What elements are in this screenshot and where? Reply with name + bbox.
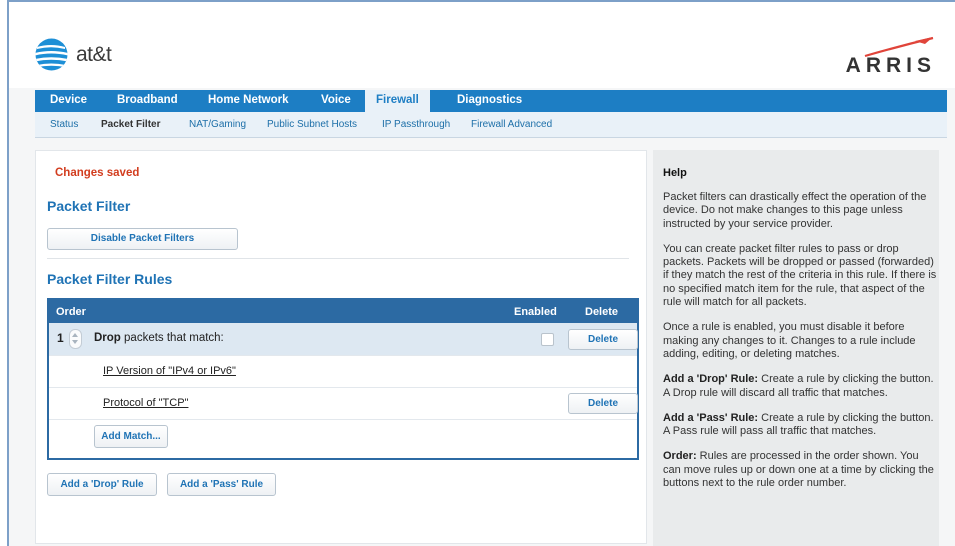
help-order-label: Order: — [663, 450, 697, 463]
match-row: IP Version of "IPv4 or IPv6" — [49, 356, 637, 388]
scrollbar-track[interactable] — [939, 150, 955, 546]
nav-tab-device[interactable]: Device — [40, 90, 97, 112]
move-up-icon[interactable] — [72, 333, 78, 337]
help-pass-label: Add a 'Pass' Rule: — [663, 411, 759, 424]
nav-tab-diagnostics[interactable]: Diagnostics — [447, 90, 532, 112]
rule-order-number: 1 — [57, 331, 64, 345]
subtab-public-subnet-hosts[interactable]: Public Subnet Hosts — [267, 112, 357, 137]
status-message: Changes saved — [55, 167, 140, 179]
rule-enabled-checkbox[interactable] — [541, 333, 554, 346]
section-divider — [47, 258, 629, 259]
reorder-spinner[interactable] — [69, 329, 82, 349]
packet-filter-rules-title: Packet Filter Rules — [47, 271, 173, 287]
match-link-protocol[interactable]: Protocol of "TCP" — [103, 397, 188, 409]
sub-nav: Status Packet Filter NAT/Gaming Public S… — [35, 112, 947, 138]
page: at&t ARRIS Device Broadband Home Network… — [9, 2, 955, 546]
att-logo-text: at&t — [76, 43, 112, 66]
match-link-ip-version[interactable]: IP Version of "IPv4 or IPv6" — [103, 365, 236, 377]
help-body: Packet filters can drastically effect th… — [663, 191, 937, 502]
add-match-button[interactable]: Add Match... — [94, 425, 168, 448]
rule-row: 1 Drop packets that match: Delete — [49, 323, 638, 356]
packet-filter-title: Packet Filter — [47, 198, 131, 214]
col-order: Order — [56, 306, 86, 318]
nav-tab-voice[interactable]: Voice — [311, 90, 361, 112]
nav-tab-broadband[interactable]: Broadband — [107, 90, 188, 112]
subtab-firewall-advanced[interactable]: Firewall Advanced — [471, 112, 552, 137]
nav-tab-firewall[interactable]: Firewall — [365, 90, 430, 112]
help-paragraph: You can create packet filter rules to pa… — [663, 242, 937, 309]
subtab-ip-passthrough[interactable]: IP Passthrough — [382, 112, 450, 137]
help-drop-label: Add a 'Drop' Rule: — [663, 373, 759, 386]
help-paragraph-order: Order: Rules are processed in the order … — [663, 450, 937, 490]
help-title: Help — [663, 167, 687, 179]
help-paragraph: Packet filters can drastically effect th… — [663, 191, 927, 230]
rule-description: Drop packets that match: — [94, 332, 224, 344]
rule-desc-text: packets that match: — [120, 332, 224, 344]
col-delete: Delete — [585, 306, 619, 318]
arris-logo-text: ARRIS — [845, 54, 936, 77]
att-globe-icon — [35, 38, 68, 71]
help-paragraph-drop: Add a 'Drop' Rule: Create a rule by clic… — [663, 373, 937, 400]
help-paragraph-pass: Add a 'Pass' Rule: Create a rule by clic… — [663, 412, 937, 439]
delete-match-button[interactable]: Delete — [568, 393, 638, 414]
match-row: Protocol of "TCP" Delete — [49, 388, 638, 420]
nav-tab-home-network[interactable]: Home Network — [198, 90, 299, 112]
help-paragraph: Once a rule is enabled, you must disable… — [663, 321, 916, 360]
add-drop-rule-button[interactable]: Add a 'Drop' Rule — [47, 473, 157, 496]
add-match-row: Add Match... — [49, 420, 637, 456]
help-panel: Help Packet filters can drastically effe… — [653, 150, 939, 546]
table-header: Order Enabled Delete — [49, 300, 637, 323]
subtab-packet-filter[interactable]: Packet Filter — [101, 112, 160, 137]
disable-packet-filters-button[interactable]: Disable Packet Filters — [47, 228, 238, 250]
delete-rule-button[interactable]: Delete — [568, 329, 638, 350]
col-enabled: Enabled — [514, 306, 557, 318]
header: at&t ARRIS — [9, 2, 955, 88]
rule-action: Drop — [94, 332, 121, 344]
move-down-icon[interactable] — [72, 340, 78, 344]
add-pass-rule-button[interactable]: Add a 'Pass' Rule — [167, 473, 276, 496]
main-panel: Changes saved Packet Filter Disable Pack… — [35, 150, 647, 544]
help-order-text: Rules are processed in the order shown. … — [663, 450, 934, 490]
subtab-status[interactable]: Status — [50, 112, 78, 137]
main-nav: Device Broadband Home Network Voice Fire… — [35, 90, 947, 112]
subtab-nat-gaming[interactable]: NAT/Gaming — [189, 112, 246, 137]
rules-table: Order Enabled Delete 1 Drop packets that… — [47, 298, 639, 460]
